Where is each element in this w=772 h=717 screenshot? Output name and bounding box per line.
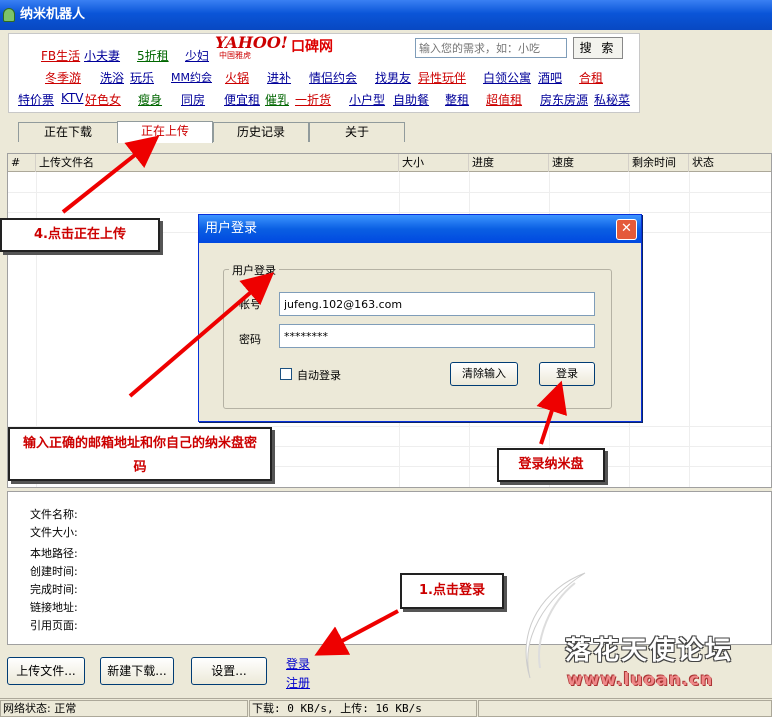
ad-link[interactable]: 便宜租 [224, 91, 260, 108]
tab-downloading[interactable]: 正在下载 [18, 122, 118, 142]
watermark-url: www.luoan.cn [567, 670, 714, 690]
ad-link[interactable]: 少妇 [185, 47, 209, 64]
group-label: 用户登录 [229, 262, 279, 278]
ad-link[interactable]: 一折货 [295, 91, 331, 108]
ad-link[interactable]: 白领公寓 [483, 69, 531, 86]
auto-login-checkbox[interactable] [280, 368, 292, 380]
ad-link[interactable]: 冬季游 [45, 69, 81, 86]
ad-link[interactable]: 催乳 [265, 91, 289, 108]
status-empty-pane [478, 700, 772, 717]
tab-history[interactable]: 历史记录 [213, 122, 309, 142]
ad-link[interactable]: 特价票 [18, 91, 54, 108]
clear-input-button[interactable]: 清除输入 [450, 362, 518, 386]
annotation-login-disk: 登录纳米盘 [497, 448, 605, 482]
watermark-title: 落花天使论坛 [565, 636, 734, 666]
annotation-enter-credentials: 输入正确的邮箱地址和你自己的纳米盘密码 [8, 427, 272, 481]
ad-search-input[interactable] [415, 38, 567, 58]
network-status: 网络状态: 正常 [0, 700, 248, 717]
koubei-logo: 口碑网 [291, 39, 333, 55]
ad-search-button[interactable]: 搜 索 [573, 37, 623, 59]
ad-link[interactable]: 找男友 [375, 69, 411, 86]
transfer-speed: 下载: 0 KB/s, 上传: 16 KB/s [249, 700, 477, 717]
login-link[interactable]: 登录 [286, 655, 310, 672]
ad-link[interactable]: 洗浴 [100, 69, 124, 86]
grid-line [8, 212, 771, 213]
ad-link[interactable]: 私秘菜 [594, 91, 630, 108]
login-dialog: 用户登录 ✕ 用户登录 帐号 密码 自动登录 清除输入 登录 [198, 214, 642, 422]
column-status[interactable]: 状态 [689, 154, 772, 172]
login-button[interactable]: 登录 [539, 362, 595, 386]
column-size[interactable]: 大小 [399, 154, 469, 172]
detail-link-label: 链接地址: [30, 601, 78, 614]
grid-line [8, 192, 771, 193]
new-download-button[interactable]: 新建下载... [100, 657, 174, 685]
grid-line [689, 172, 690, 487]
ad-link[interactable]: 超值租 [486, 91, 522, 108]
forum-watermark: 落花天使论坛 www.luoan.cn [525, 572, 765, 696]
ad-link[interactable]: 异性玩伴 [418, 69, 466, 86]
ad-link[interactable]: 进补 [267, 69, 291, 86]
settings-button[interactable]: 设置... [191, 657, 267, 685]
column-number[interactable]: # [8, 154, 36, 172]
ad-link[interactable]: 小夫妻 [84, 47, 120, 64]
column-filename[interactable]: 上传文件名 [36, 154, 399, 172]
ad-link[interactable]: FB生活 [41, 47, 80, 64]
account-input[interactable] [279, 292, 595, 316]
ad-link[interactable]: KTV [61, 91, 83, 105]
ad-link[interactable]: 同房 [181, 91, 205, 108]
ad-link[interactable]: 情侣约会 [309, 69, 357, 86]
detail-referrer-label: 引用页面: [30, 619, 78, 632]
ad-link[interactable]: 瘦身 [138, 91, 162, 108]
detail-created-label: 创建时间: [30, 565, 78, 578]
yahoo-china-label: 中国雅虎 [219, 51, 251, 60]
auto-login-label: 自动登录 [297, 369, 341, 382]
ad-link[interactable]: 自助餐 [393, 91, 429, 108]
ad-link[interactable]: 火锅 [225, 69, 249, 86]
status-bar: 网络状态: 正常 下载: 0 KB/s, 上传: 16 KB/s [0, 698, 772, 717]
detail-localpath-label: 本地路径: [30, 547, 78, 560]
tab-about[interactable]: 关于 [309, 122, 405, 142]
account-label: 帐号 [239, 298, 261, 311]
title-bar: 纳米机器人 [0, 0, 772, 30]
ad-link[interactable]: 整租 [445, 91, 469, 108]
register-link[interactable]: 注册 [286, 674, 310, 691]
detail-filename-label: 文件名称: [30, 508, 78, 521]
yahoo-koubei-logo[interactable]: YAHOO! 中国雅虎 口碑网 [215, 33, 347, 60]
password-input[interactable] [279, 324, 595, 348]
upload-file-button[interactable]: 上传文件... [7, 657, 85, 685]
ad-link[interactable]: 酒吧 [538, 69, 562, 86]
column-progress[interactable]: 进度 [469, 154, 549, 172]
ad-link[interactable]: 合租 [579, 69, 603, 86]
ad-link[interactable]: 5折租 [137, 47, 169, 64]
column-remaining[interactable]: 剩余时间 [629, 154, 689, 172]
ad-link[interactable]: 房东房源 [540, 91, 588, 108]
ad-link[interactable]: MM约会 [171, 69, 212, 85]
list-header: # 上传文件名 大小 进度 速度 剩余时间 状态 [8, 154, 771, 172]
tab-uploading[interactable]: 正在上传 [117, 121, 213, 143]
tab-bar: 正在下载 正在上传 历史记录 关于 [0, 121, 772, 143]
password-label: 密码 [239, 333, 261, 346]
detail-completed-label: 完成时间: [30, 583, 78, 596]
ad-link[interactable]: 玩乐 [130, 69, 154, 86]
ad-link[interactable]: 好色女 [85, 91, 121, 108]
detail-filesize-label: 文件大小: [30, 526, 78, 539]
ad-link[interactable]: 小户型 [349, 91, 385, 108]
column-speed[interactable]: 速度 [549, 154, 629, 172]
window-title: 纳米机器人 [20, 7, 86, 22]
annotation-step4: 4.点击正在上传 [0, 218, 160, 252]
dialog-title: 用户登录 [199, 215, 641, 243]
robot-icon [3, 8, 15, 22]
close-icon[interactable]: ✕ [616, 219, 637, 240]
file-details-panel: 文件名称: 文件大小: 本地路径: 创建时间: 完成时间: 链接地址: 引用页面… [7, 491, 772, 645]
